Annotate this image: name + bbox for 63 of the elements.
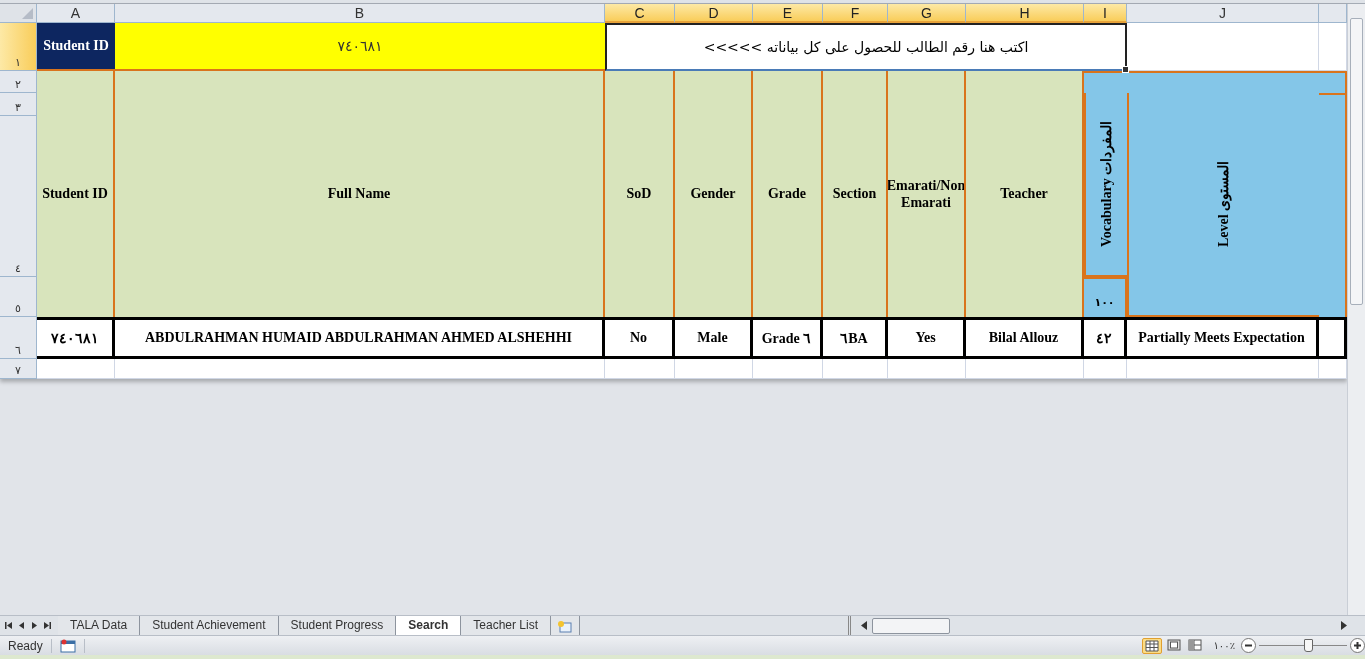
table-cell: ٤٢ (1084, 317, 1127, 359)
row-header[interactable]: ٤ (0, 116, 37, 277)
table-cell: ABDULRAHMAN HUMAID ABDULRAHMAN AHMED ALSHEHHI (115, 317, 605, 359)
tab-scroll-arrow-icon[interactable] (43, 621, 52, 630)
column-header[interactable]: E (753, 4, 823, 23)
table-cell: Grade ٦ (753, 317, 823, 359)
normal-view-icon[interactable] (1141, 637, 1162, 654)
column-heading: Vocabulary المفردات (1084, 93, 1127, 277)
status-text: Ready (0, 638, 52, 653)
zoom-in-button[interactable] (1350, 638, 1365, 653)
column-heading: Gender (675, 71, 753, 317)
column-heading: Section (823, 71, 888, 317)
table-cell: اكتب هنا رقم الطالب للحصول على كل بياناته >>>>> (605, 23, 1127, 71)
sheet-tab[interactable]: TALA Data (58, 616, 141, 635)
column-heading: Teacher (966, 71, 1084, 317)
tab-scroll-arrow-icon[interactable] (4, 621, 13, 630)
minus-icon (1245, 642, 1252, 649)
column-heading: SoD (605, 71, 675, 317)
column-header[interactable]: H (966, 4, 1084, 23)
column-heading: Grade (753, 71, 823, 317)
new-sheet-icon (557, 619, 573, 633)
table-cell: ٧٤٠٦٨١ (37, 317, 115, 359)
column-header[interactable]: I (1084, 4, 1127, 23)
scroll-thumb[interactable] (872, 617, 950, 634)
table-cell: Student ID (37, 23, 115, 71)
column-heading: Level المستوى (1127, 93, 1319, 317)
table-cell: Bilal Allouz (966, 317, 1084, 359)
column-header[interactable]: G (888, 4, 966, 23)
row-header[interactable]: ٧ (0, 359, 37, 379)
table-cell: ١٠٠ (1084, 277, 1127, 317)
insert-sheet-button[interactable] (551, 616, 580, 635)
column-heading: Student ID (37, 71, 115, 317)
column-header[interactable]: A (37, 4, 115, 23)
sheet-tab[interactable]: Student Achievement (140, 616, 279, 635)
sheet-tab[interactable]: Search (396, 616, 462, 635)
page-break-icon[interactable] (1185, 637, 1204, 654)
table-cell: Partially Meets Expectation (1127, 317, 1319, 359)
column-header[interactable]: C (605, 4, 675, 23)
column-heading: Full Name (115, 71, 605, 317)
page-layout-icon[interactable] (1164, 637, 1183, 654)
table-cell: No (605, 317, 675, 359)
zoom-slider-thumb[interactable] (1304, 639, 1314, 652)
row-header[interactable]: ٢ (0, 71, 37, 93)
row-header[interactable]: ١ (0, 23, 37, 71)
row-header[interactable]: ٥ (0, 277, 37, 317)
plus-icon (1354, 642, 1361, 649)
table-cell: ٦BA (823, 317, 888, 359)
zoom-out-button[interactable] (1241, 638, 1256, 653)
vertical-scrollbar[interactable] (1347, 4, 1365, 615)
row-header[interactable]: ٣ (0, 93, 37, 116)
column-header[interactable]: F (823, 4, 888, 23)
scroll-left-icon[interactable] (861, 621, 868, 630)
scroll-right-icon[interactable] (1340, 621, 1347, 630)
table-cell: Yes (888, 317, 966, 359)
input-field[interactable]: ٧٤٠٦٨١ (115, 23, 605, 71)
column-header[interactable]: D (675, 4, 753, 23)
column-header[interactable]: J (1127, 4, 1319, 23)
zoom-level[interactable]: ١٠٠٪ (1213, 640, 1235, 651)
column-header[interactable]: B (115, 4, 605, 23)
sheet-tab[interactable]: Student Progress (278, 616, 397, 635)
sheet-tab[interactable]: Teacher List (461, 616, 551, 635)
row-header[interactable]: ٦ (0, 317, 37, 359)
table-cell: Male (675, 317, 753, 359)
